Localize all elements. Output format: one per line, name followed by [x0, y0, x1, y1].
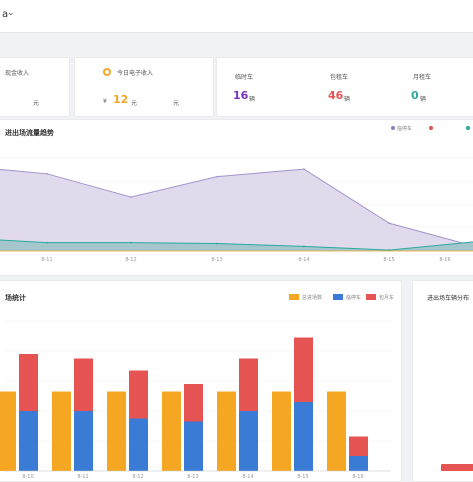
trend-legend-label-0[interactable]: 临停车 — [397, 125, 412, 132]
trend-point[interactable] — [303, 168, 305, 171]
bar-monthly-5[interactable] — [294, 337, 313, 403]
bar-monthly-6[interactable] — [349, 436, 368, 457]
count-value-2: 0 — [411, 89, 419, 102]
count-label-0: 临时车 — [235, 74, 254, 81]
today-income-card: 今日电子收入 ¥ 12 元 元 — [74, 57, 214, 117]
side-card-title: 进出场车辆分布 — [427, 295, 470, 302]
side-pie-card: 进出场车辆分布 — [412, 280, 473, 482]
bar-x-tick-label: 8-13 — [187, 474, 198, 478]
bar-temp-2[interactable] — [129, 418, 148, 472]
bar-x-tick-label: 8-14 — [242, 474, 253, 478]
bar-total-6[interactable] — [327, 391, 346, 472]
bar-temp-1[interactable] — [74, 411, 93, 471]
bar-monthly-0[interactable] — [19, 354, 38, 411]
trend-point[interactable] — [388, 222, 390, 224]
bar-x-tick-label: 8-15 — [297, 474, 308, 478]
bar-total-3[interactable] — [162, 391, 181, 472]
bar-monthly-3[interactable] — [184, 384, 203, 422]
count-value-0: 16 — [233, 89, 249, 102]
count-unit-1: 辆 — [344, 96, 351, 103]
bar-monthly-2[interactable] — [129, 370, 148, 419]
bar-legend-swatch-1[interactable] — [333, 294, 343, 300]
bar-temp-0[interactable] — [19, 411, 38, 471]
bar-total-0[interactable] — [0, 391, 16, 472]
bar-temp-6[interactable] — [349, 456, 368, 471]
trend-point[interactable] — [216, 242, 218, 245]
bar-legend-swatch-2[interactable] — [366, 294, 376, 300]
trend-legend-dot-1[interactable] — [429, 126, 433, 130]
bar-legend-label-0[interactable]: 总进场数 — [302, 294, 322, 301]
cash-income-card: 现金收入 元 — [0, 57, 70, 117]
count-unit-0: 辆 — [249, 96, 256, 103]
count-label-2: 月租车 — [413, 74, 432, 81]
trend-legend-dot-0[interactable] — [391, 126, 395, 130]
trend-x-tick-label: 8-13 — [211, 257, 222, 263]
cash-income-unit: 元 — [33, 100, 40, 107]
trend-x-tick-label: 8-11 — [41, 257, 52, 263]
bar-total-5[interactable] — [272, 391, 291, 472]
bar-x-tick-label: 8-11 — [77, 474, 88, 478]
trend-point[interactable] — [130, 241, 132, 244]
trend-point[interactable] — [216, 175, 218, 178]
trend-point[interactable] — [46, 241, 48, 244]
bar-x-tick-label: 8-12 — [132, 474, 143, 478]
bar-total-1[interactable] — [52, 391, 71, 472]
bar-chart-title: 场统计 — [5, 294, 26, 302]
bar-chart-card: 场统计 总进场数 临停车 包月车 8-10 8-11 8-12 8-13 8-14 8-15 8… — [0, 280, 402, 482]
bar-total-4[interactable] — [217, 391, 236, 472]
bar-temp-5[interactable] — [294, 402, 313, 471]
count-label-1: 包租车 — [330, 74, 349, 81]
coin-icon — [103, 68, 111, 76]
trend-point[interactable] — [46, 172, 48, 175]
today-income-unit: 元 — [131, 100, 138, 107]
bar-legend-label-2[interactable]: 包月车 — [379, 294, 394, 301]
bar-legend-swatch-0[interactable] — [289, 294, 299, 300]
count-value-1: 46 — [328, 89, 344, 102]
trend-x-tick-label: 8-15 — [383, 257, 394, 263]
side-legend-swatch — [441, 464, 473, 471]
bar-monthly-4[interactable] — [239, 358, 258, 412]
bar-temp-4[interactable] — [239, 411, 258, 471]
trend-area-chart: 8-11 8-12 8-13 8-14 8-15 8-16 — [0, 157, 473, 263]
trend-chart-title: 进出场流量趋势 — [5, 129, 54, 137]
chevron-down-icon[interactable]: ⌄ — [7, 8, 15, 18]
bar-legend-label-1[interactable]: 临停车 — [346, 294, 361, 301]
top-bar: a ⌄ — [0, 0, 473, 33]
count-unit-2: 辆 — [420, 96, 427, 103]
bar-total-2[interactable] — [107, 391, 126, 472]
today-income-prefix: ¥ — [103, 98, 107, 105]
today-income-value: 12 — [113, 93, 129, 106]
trend-point[interactable] — [130, 196, 132, 198]
cash-income-label: 现金收入 — [5, 70, 30, 77]
trend-legend-dot-2[interactable] — [466, 126, 470, 130]
stacked-bar-chart: 8-10 8-11 8-12 8-13 8-14 8-15 8-16 — [0, 320, 391, 478]
trend-chart-card: 进出场流量趋势 临停车 8-11 8-12 8-13 8-14 8-15 8-16 — [0, 119, 473, 276]
bar-temp-3[interactable] — [184, 421, 203, 472]
bar-x-tick-label: 8-16 — [352, 474, 363, 478]
trend-x-tick-label: 8-16 — [439, 257, 450, 263]
bar-x-tick-label: 8-10 — [22, 474, 33, 478]
trend-x-tick-label: 8-12 — [125, 257, 136, 263]
today-income-right-unit: 元 — [173, 100, 180, 107]
vehicle-count-card: 临时车 16 辆包租车 46 辆月租车 0 辆 — [216, 57, 473, 117]
bar-monthly-1[interactable] — [74, 358, 93, 412]
today-income-label: 今日电子收入 — [117, 70, 154, 77]
trend-point[interactable] — [303, 245, 305, 248]
trend-x-tick-label: 8-14 — [298, 257, 309, 263]
